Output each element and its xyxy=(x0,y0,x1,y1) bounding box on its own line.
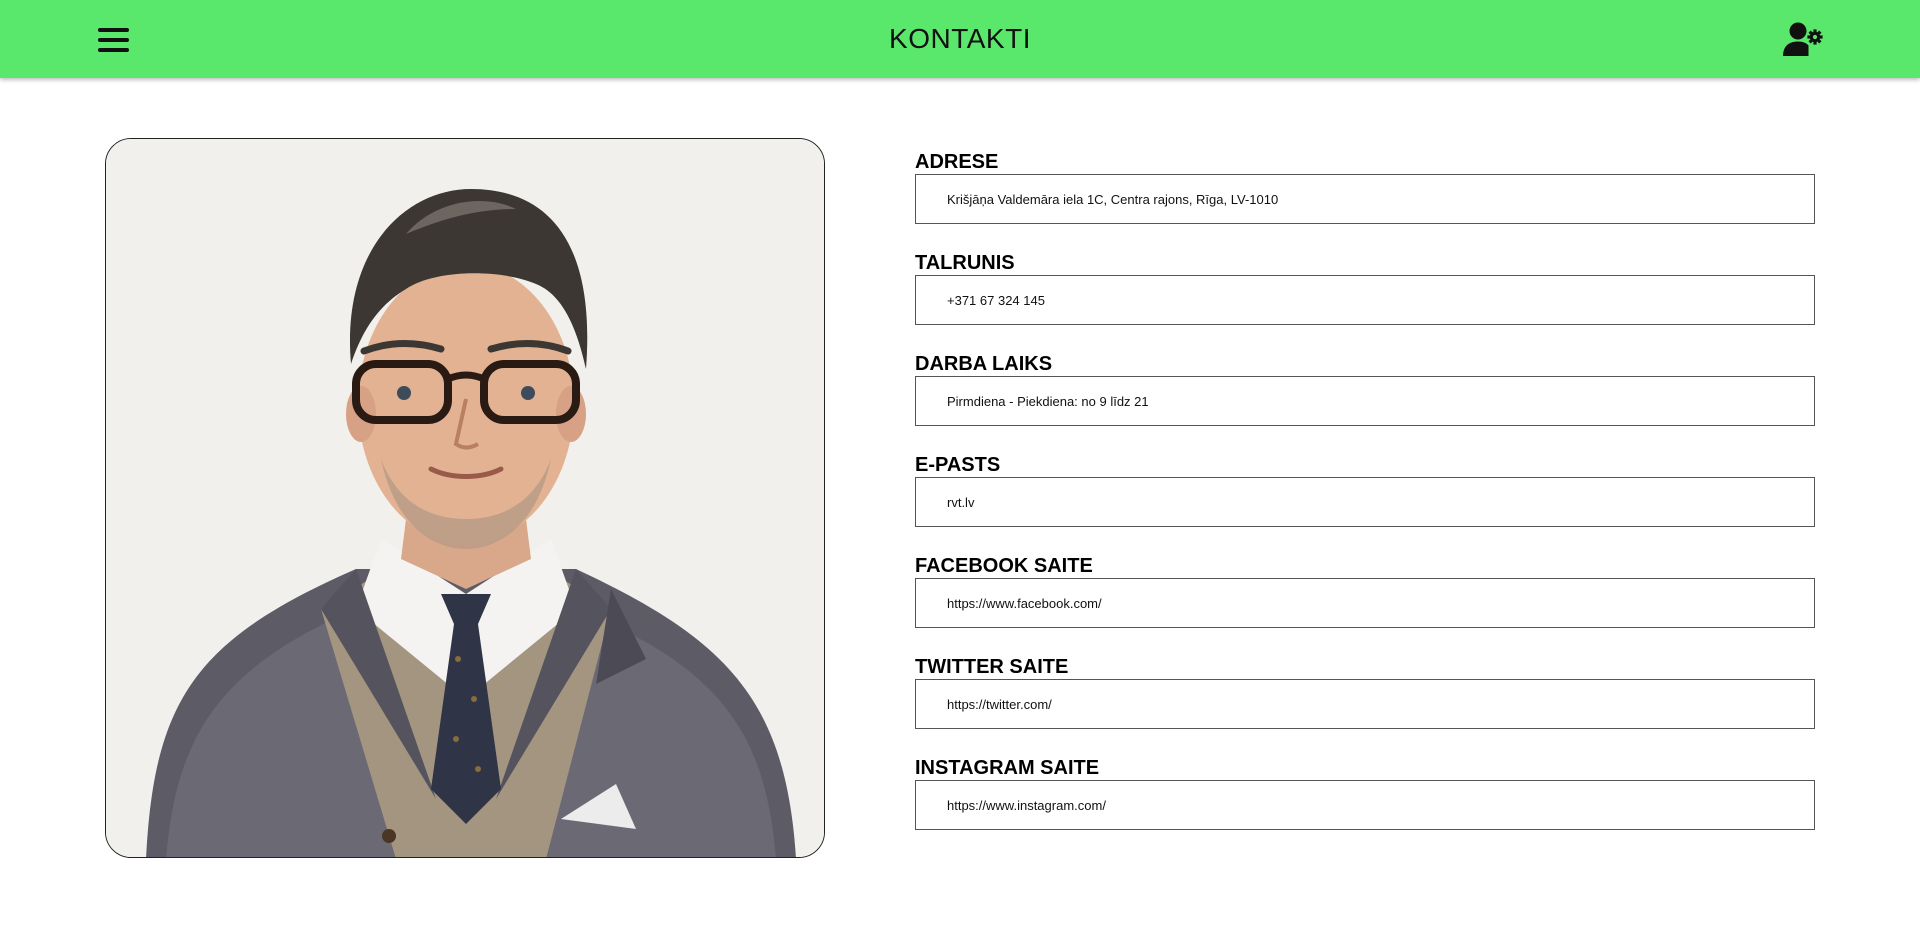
page-title: KONTAKTI xyxy=(889,23,1031,54)
phone-field[interactable]: +371 67 324 145 xyxy=(915,275,1815,325)
twitter-label: TWITTER SAITE xyxy=(915,656,1069,678)
field-email: E-PASTS rvt.lv xyxy=(915,453,1815,527)
facebook-field[interactable]: https://www.facebook.com/ xyxy=(915,578,1815,628)
address-label: ADRESE xyxy=(915,151,999,173)
facebook-label: FACEBOOK SAITE xyxy=(915,555,1093,577)
instagram-label: INSTAGRAM SAITE xyxy=(915,757,1100,779)
field-phone: TALRUNIS +371 67 324 145 xyxy=(915,251,1815,325)
profile-photo xyxy=(105,138,825,858)
working-hours-field[interactable]: Pirmdiena - Piekdiena: no 9 līdz 21 xyxy=(915,376,1815,426)
field-facebook: FACEBOOK SAITE https://www.facebook.com/ xyxy=(915,554,1815,628)
working-hours-label: DARBA LAIKS xyxy=(915,353,1053,375)
user-settings-icon[interactable] xyxy=(1780,20,1824,60)
field-address: ADRESE Krišjāņa Valdemāra iela 1C, Centr… xyxy=(915,150,1815,224)
portrait-photo xyxy=(106,139,824,857)
instagram-field[interactable]: https://www.instagram.com/ xyxy=(915,780,1815,830)
twitter-field[interactable]: https://twitter.com/ xyxy=(915,679,1815,729)
email-label: E-PASTS xyxy=(915,454,1001,476)
top-navigation-bar: KONTAKTI xyxy=(0,0,1920,78)
field-working-hours: DARBA LAIKS Pirmdiena - Piekdiena: no 9 … xyxy=(915,352,1815,426)
address-field[interactable]: Krišjāņa Valdemāra iela 1C, Centra rajon… xyxy=(915,174,1815,224)
email-field[interactable]: rvt.lv xyxy=(915,477,1815,527)
field-twitter: TWITTER SAITE https://twitter.com/ xyxy=(915,655,1815,729)
hamburger-menu-icon[interactable] xyxy=(98,24,134,54)
phone-label: TALRUNIS xyxy=(915,252,1015,274)
field-instagram: INSTAGRAM SAITE https://www.instagram.co… xyxy=(915,756,1815,830)
